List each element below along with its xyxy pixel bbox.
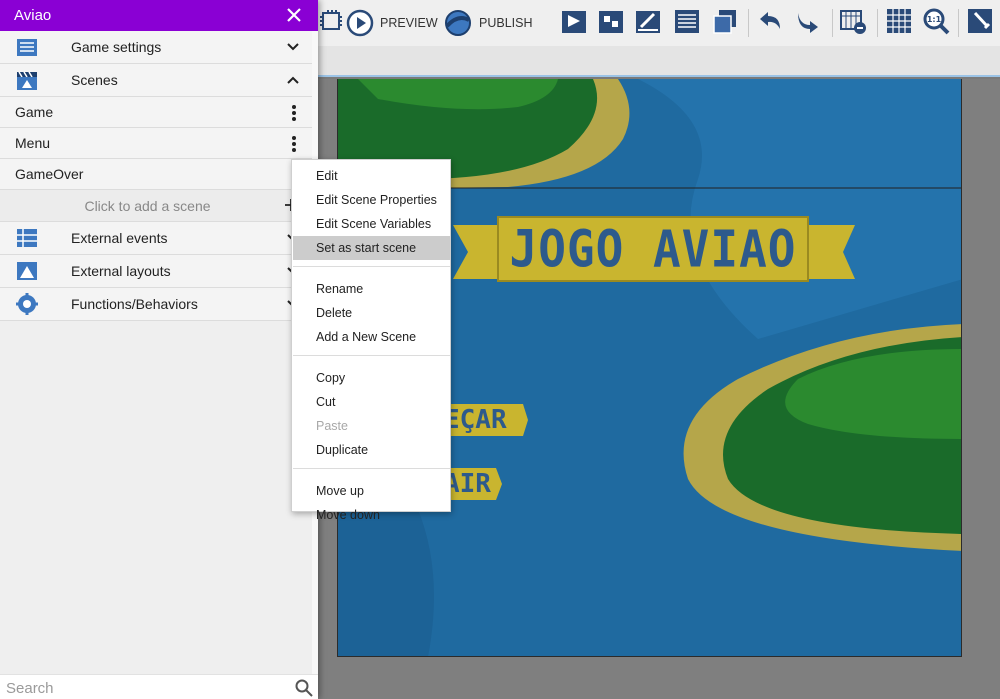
menu-item-edit[interactable]: Edit [293,164,450,188]
functions-behaviors-icon [16,293,38,315]
project-title: Aviao [14,7,52,24]
scene-item-game[interactable]: Game [0,97,312,128]
grid-icon[interactable] [885,7,913,35]
menu-separator [293,355,450,356]
redo-icon[interactable] [794,7,822,35]
svg-text:1:1: 1:1 [927,15,942,24]
toolbar-separator [877,9,878,37]
preview-label: PREVIEW [380,16,438,30]
scene-context-menu: Edit Edit Scene Properties Edit Scene Vari… [291,159,451,522]
section-label: Scenes [71,72,118,88]
preview-icon [346,9,374,37]
project-manager-drawer: Aviao Game settings Scenes Game Menu Gam… [0,0,318,699]
search-input[interactable] [6,677,276,699]
scene-label: Menu [15,135,51,151]
menu-item-cut[interactable]: Cut [293,390,450,414]
section-scenes[interactable]: Scenes [0,64,312,97]
scene-label: Game [15,104,54,120]
menu-item-edit-scene-properties[interactable]: Edit Scene Properties [293,188,450,212]
open-objects-icon[interactable] [560,7,588,35]
external-layouts-icon [17,262,37,280]
chevron-up-icon[interactable] [286,73,300,87]
menu-item-edit-scene-variables[interactable]: Edit Scene Variables [293,212,450,236]
section-label: Functions/Behaviors [71,296,198,312]
add-scene-button[interactable]: Click to add a scene [0,190,312,222]
search-bar [0,674,318,699]
menu-separator [293,468,450,469]
scenes-icon [17,71,37,90]
menu-item-rename[interactable]: Rename [293,277,450,301]
menu-item-move-up[interactable]: Move up [293,479,450,503]
editor-tab-bar [318,46,1000,77]
section-external-layouts[interactable]: External layouts [0,255,312,288]
menu-item-add-a-new-scene[interactable]: Add a New Scene [293,325,450,349]
undo-icon[interactable] [756,7,784,35]
menu-item-delete[interactable]: Delete [293,301,450,325]
section-game-settings[interactable]: Game settings [0,31,312,64]
section-label: External layouts [71,263,171,279]
exit-button-text: AIR [444,469,491,499]
instances-list-icon[interactable] [673,7,701,35]
more-options-icon[interactable] [291,104,297,122]
menu-item-duplicate[interactable]: Duplicate [293,438,450,462]
window-mask-icon[interactable] [839,7,867,35]
more-options-icon[interactable] [291,135,297,153]
layers-icon[interactable] [711,7,739,35]
toolbar-separator [832,9,833,37]
settings-icon[interactable] [966,7,994,35]
section-label: External events [71,230,168,246]
object-groups-icon[interactable] [597,7,625,35]
start-button-text: EÇAR [444,405,507,435]
preview-button[interactable]: PREVIEW [346,7,438,39]
banner-title: JOGO AVIAO [509,219,797,279]
scene-item-gameover[interactable]: GameOver [0,159,312,190]
add-scene-label: Click to add a scene [84,198,211,214]
toolbar-separator [958,9,959,37]
toolbar-separator [748,9,749,37]
scene-events-icon[interactable] [318,7,346,35]
scene-label: GameOver [15,166,84,182]
publish-label: PUBLISH [479,16,533,30]
chevron-down-icon[interactable] [286,40,300,54]
close-icon[interactable] [284,5,304,25]
menu-item-set-as-start-scene[interactable]: Set as start scene [293,236,450,260]
drawer-header: Aviao [0,0,318,31]
game-settings-icon [17,39,37,56]
publish-icon [445,10,471,36]
menu-separator [293,266,450,267]
menu-item-paste: Paste [316,419,348,433]
scene-item-menu[interactable]: Menu [0,128,312,159]
section-external-events[interactable]: External events [0,222,312,255]
properties-icon[interactable] [634,7,662,35]
publish-button[interactable]: PUBLISH [443,7,533,39]
menu-item-move-down[interactable]: Move down [293,503,450,527]
zoom-reset-icon[interactable]: 1:1 [922,7,950,35]
section-label: Game settings [71,39,162,55]
section-functions-behaviors[interactable]: Functions/Behaviors [0,288,312,321]
menu-item-copy[interactable]: Copy [293,366,450,390]
search-icon[interactable] [295,679,313,697]
external-events-icon [17,229,37,247]
